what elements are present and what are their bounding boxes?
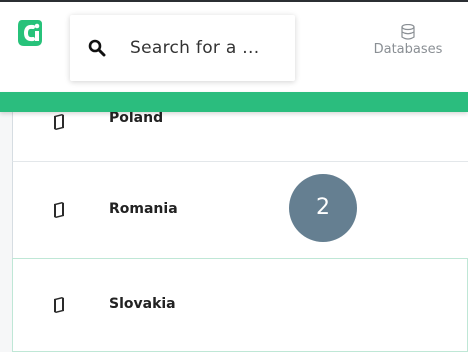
- database-icon: [401, 24, 415, 40]
- country-list: Poland Romania Slovakia: [0, 90, 468, 352]
- nav-databases[interactable]: Databases: [360, 24, 456, 74]
- search-icon: [88, 39, 106, 57]
- top-navigation-bar: Search for a ... Databases: [0, 0, 468, 104]
- app-logo-icon[interactable]: [16, 18, 44, 48]
- list-item-label: Poland: [109, 110, 164, 126]
- book-icon: [54, 202, 64, 218]
- list-item[interactable]: Poland: [12, 104, 468, 162]
- search-field[interactable]: Search for a ...: [70, 15, 295, 81]
- list-item-label: Romania: [109, 201, 178, 217]
- list-item[interactable]: Romania: [12, 162, 468, 260]
- book-icon: [54, 114, 64, 130]
- nav-databases-label: Databases: [373, 42, 443, 57]
- search-placeholder: Search for a ...: [130, 38, 260, 58]
- book-icon: [54, 297, 64, 313]
- header-accent-bar: [0, 92, 468, 112]
- list-item-label: Slovakia: [109, 296, 176, 312]
- step-number-badge: 2: [289, 174, 357, 242]
- list-item[interactable]: Slovakia: [12, 258, 468, 352]
